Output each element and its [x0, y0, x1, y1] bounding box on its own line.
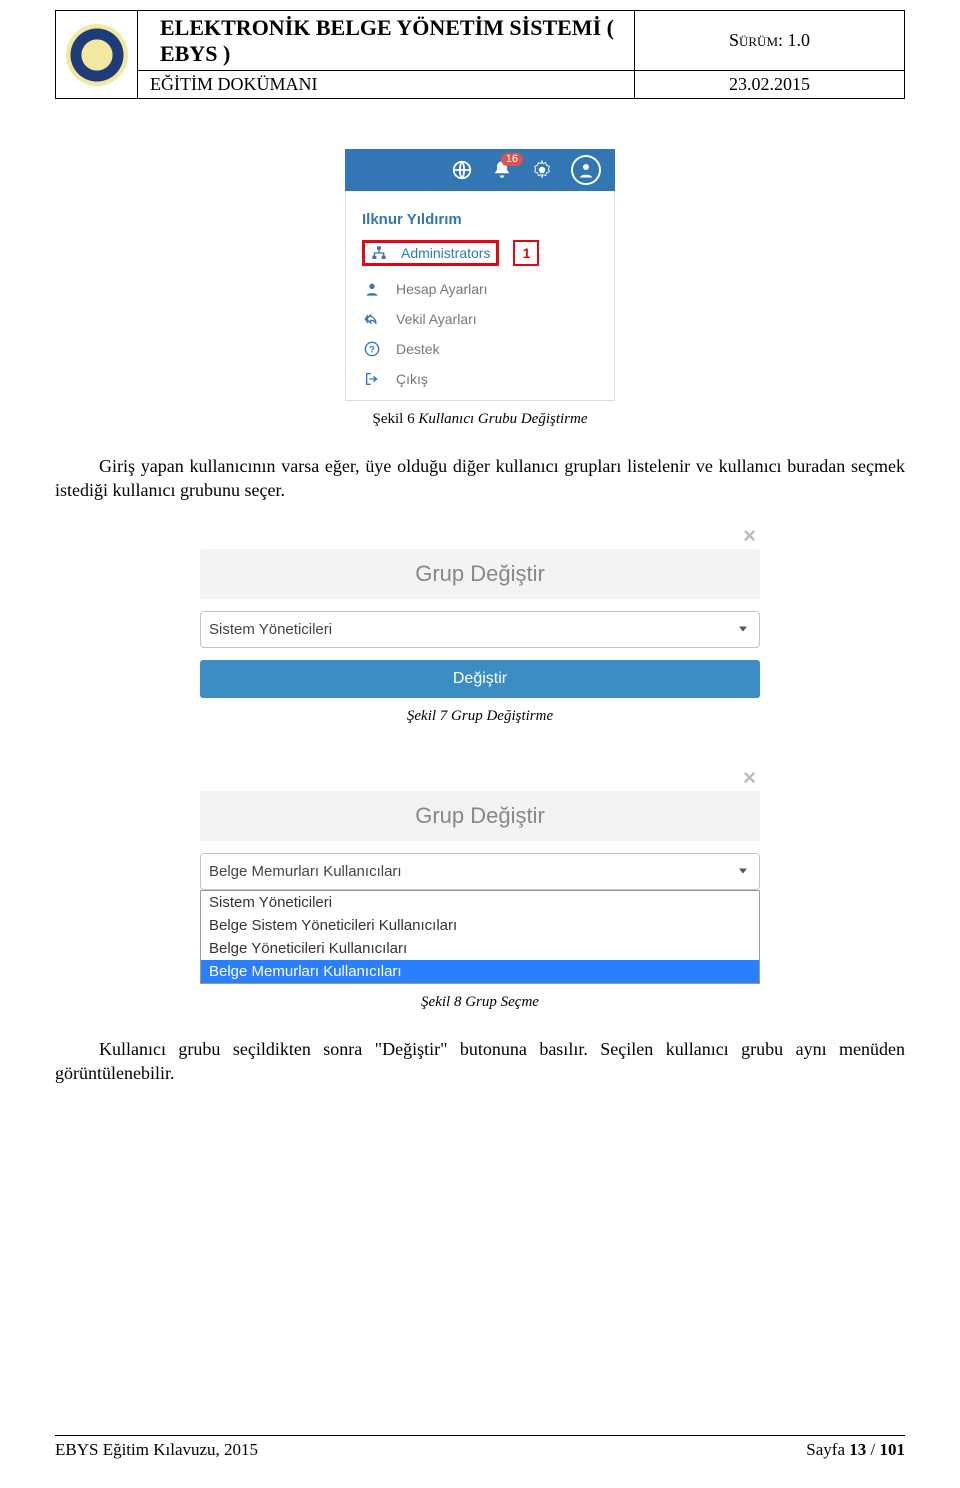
support-label: Destek	[396, 341, 440, 357]
bell-icon[interactable]: 16	[491, 159, 513, 181]
version-label: Sürüm:	[729, 30, 783, 50]
person-icon	[364, 281, 380, 297]
figure-7-caption: Şekil 7 Grup Değiştirme	[55, 708, 905, 725]
topbar: 16	[345, 149, 615, 191]
menu-item-account[interactable]: Hesap Ayarları	[346, 274, 614, 304]
globe-icon[interactable]	[451, 159, 473, 181]
option-2[interactable]: Belge Sistem Yöneticileri Kullanıcıları	[201, 914, 759, 937]
notification-badge: 16	[501, 153, 523, 166]
avatar[interactable]	[571, 155, 601, 185]
logout-label: Çıkış	[396, 371, 428, 387]
sitemap-icon	[371, 245, 387, 261]
paragraph-1: Giriş yapan kullanıcının varsa eğer, üye…	[55, 454, 905, 503]
fig6-text: Kullanıcı Grubu Değiştirme	[418, 411, 587, 427]
page-sep: /	[866, 1440, 879, 1459]
group-select-open-value: Belge Memurları Kullanıcıları	[209, 863, 402, 880]
paragraph-2: Kullanıcı grubu seçildikten sonra "Değiş…	[55, 1037, 905, 1086]
group-select-value: Sistem Yöneticileri	[209, 621, 332, 638]
option-3[interactable]: Belge Yöneticileri Kullanıcıları	[201, 937, 759, 960]
fig8-text: Grup Seçme	[465, 994, 539, 1010]
svg-text:?: ?	[369, 344, 375, 354]
figure-8-modal: × Grup Değiştir Belge Memurları Kullanıc…	[200, 765, 760, 984]
user-dropdown: Ilknur Yıldırım Administrators 1 Hesap A…	[345, 191, 615, 401]
version-value: 1.0	[788, 30, 811, 50]
fig6-num: Şekil 6	[372, 411, 414, 427]
page-footer: EBYS Eğitim Kılavuzu, 2015 Sayfa 13 / 10…	[55, 1435, 905, 1460]
doc-type: EĞİTİM DOKÜMANI	[138, 71, 635, 99]
group-select-open[interactable]: Belge Memurları Kullanıcıları	[200, 853, 760, 890]
footer-left: EBYS Eğitim Kılavuzu, 2015	[55, 1440, 258, 1460]
fig7-text: Grup Değiştirme	[451, 708, 553, 724]
account-label: Hesap Ayarları	[396, 281, 488, 297]
fig8-num: Şekil 8	[421, 994, 461, 1010]
page-total: 101	[880, 1440, 906, 1459]
delegate-label: Vekil Ayarları	[396, 311, 477, 327]
close-icon[interactable]: ×	[200, 765, 760, 791]
ataturk-uni-logo	[66, 24, 128, 86]
figure-8-caption: Şekil 8 Grup Seçme	[55, 994, 905, 1011]
reply-all-icon	[364, 311, 380, 327]
highlighted-admin-item[interactable]: Administrators	[362, 240, 499, 266]
group-select-options: Sistem Yöneticileri Belge Sistem Yönetic…	[200, 890, 760, 984]
close-icon[interactable]: ×	[200, 523, 760, 549]
fig7-num: Şekil 7	[407, 708, 447, 724]
modal2-title: Grup Değiştir	[200, 791, 760, 841]
modal1-title: Grup Değiştir	[200, 549, 760, 599]
option-1[interactable]: Sistem Yöneticileri	[201, 891, 759, 914]
group-select[interactable]: Sistem Yöneticileri	[200, 611, 760, 648]
help-icon: ?	[364, 341, 380, 357]
logout-icon	[364, 371, 380, 387]
change-button[interactable]: Değiştir	[200, 660, 760, 698]
doc-date: 23.02.2015	[635, 71, 905, 99]
logo-cell	[56, 11, 138, 99]
username: Ilknur Yıldırım	[346, 205, 614, 240]
annotation-1: 1	[513, 240, 539, 266]
document-header: ELEKTRONİK BELGE YÖNETİM SİSTEMİ ( EBYS …	[55, 10, 905, 99]
figure-7-modal: × Grup Değiştir Sistem Yöneticileri Deği…	[200, 523, 760, 698]
gear-icon[interactable]	[531, 159, 553, 181]
page-current: 13	[849, 1440, 866, 1459]
option-4-selected[interactable]: Belge Memurları Kullanıcıları	[201, 960, 759, 983]
menu-item-delegate[interactable]: Vekil Ayarları	[346, 304, 614, 334]
footer-right: Sayfa 13 / 101	[806, 1440, 905, 1460]
version-cell: Sürüm: 1.0	[635, 11, 905, 71]
system-title: ELEKTRONİK BELGE YÖNETİM SİSTEMİ ( EBYS …	[138, 11, 635, 71]
menu-item-support[interactable]: ? Destek	[346, 334, 614, 364]
figure-6-user-menu: 16 Ilknur Yıldırım Administrators 1 Hesa…	[345, 149, 615, 401]
figure-6-caption: Şekil 6 Kullanıcı Grubu Değiştirme	[55, 411, 905, 428]
page-label: Sayfa	[806, 1440, 849, 1459]
menu-item-logout[interactable]: Çıkış	[346, 364, 614, 394]
admin-label: Administrators	[401, 245, 490, 261]
